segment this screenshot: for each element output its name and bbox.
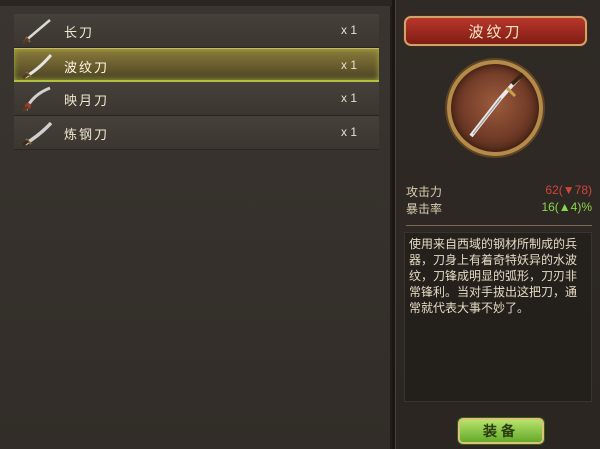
item-name: 波纹刀 <box>64 61 110 76</box>
item-title: 波纹刀 <box>468 22 523 41</box>
item-name: 长刀 <box>64 26 95 41</box>
list-item[interactable]: 炼钢刀 x 1 <box>14 116 379 150</box>
list-item-selected[interactable]: 波纹刀 x 1 <box>14 48 379 82</box>
sword-icon <box>22 54 53 80</box>
stat-row-critical: 暴击率 16(▲4)% <box>406 200 592 217</box>
item-quantity: x 1 <box>340 91 357 105</box>
sword-icon <box>22 86 51 113</box>
equip-button-label: 装备 <box>483 424 519 440</box>
item-description: 使用来自西域的钢材所制成的兵器，刀身上有着奇特妖异的水波纹，刀锋成明显的弧形，刀… <box>409 237 578 315</box>
item-description-box: 使用来自西域的钢材所制成的兵器，刀身上有着奇特妖异的水波纹，刀锋成明显的弧形，刀… <box>404 232 592 402</box>
stat-row-attack: 攻击力 62(▼78) <box>406 183 592 200</box>
item-list: 长刀 x 1 波纹刀 x 1 映月刀 x 1 炼钢刀 x 1 <box>14 14 379 150</box>
item-quantity: x 1 <box>340 23 357 37</box>
item-stats: 攻击力 62(▼78) 暴击率 16(▲4)% <box>406 183 592 217</box>
item-detail-panel: 波纹刀 攻击力 62(▼78) 暴击率 16(▲4)% 使用来自西域的钢材所制成… <box>395 0 600 449</box>
inventory-list-panel: 长刀 x 1 波纹刀 x 1 映月刀 x 1 炼钢刀 x 1 <box>0 0 392 449</box>
item-title-banner: 波纹刀 <box>404 16 587 46</box>
item-quantity: x 1 <box>340 58 357 72</box>
item-portrait <box>447 60 543 156</box>
stat-value: 16(▲4)% <box>541 200 592 214</box>
list-item[interactable]: 映月刀 x 1 <box>14 82 379 116</box>
item-quantity: x 1 <box>340 125 357 139</box>
sword-icon <box>22 19 51 45</box>
list-top-edge <box>0 0 392 6</box>
equip-button[interactable]: 装备 <box>458 418 544 444</box>
divider <box>406 225 592 226</box>
sword-icon <box>22 121 53 147</box>
curved-sabre-icon <box>469 72 525 138</box>
stat-value: 62(▼78) <box>545 183 592 197</box>
list-item[interactable]: 长刀 x 1 <box>14 14 379 48</box>
item-name: 映月刀 <box>64 94 110 109</box>
stat-label: 暴击率 <box>406 202 443 216</box>
item-name: 炼钢刀 <box>64 128 110 143</box>
stat-label: 攻击力 <box>406 185 443 199</box>
